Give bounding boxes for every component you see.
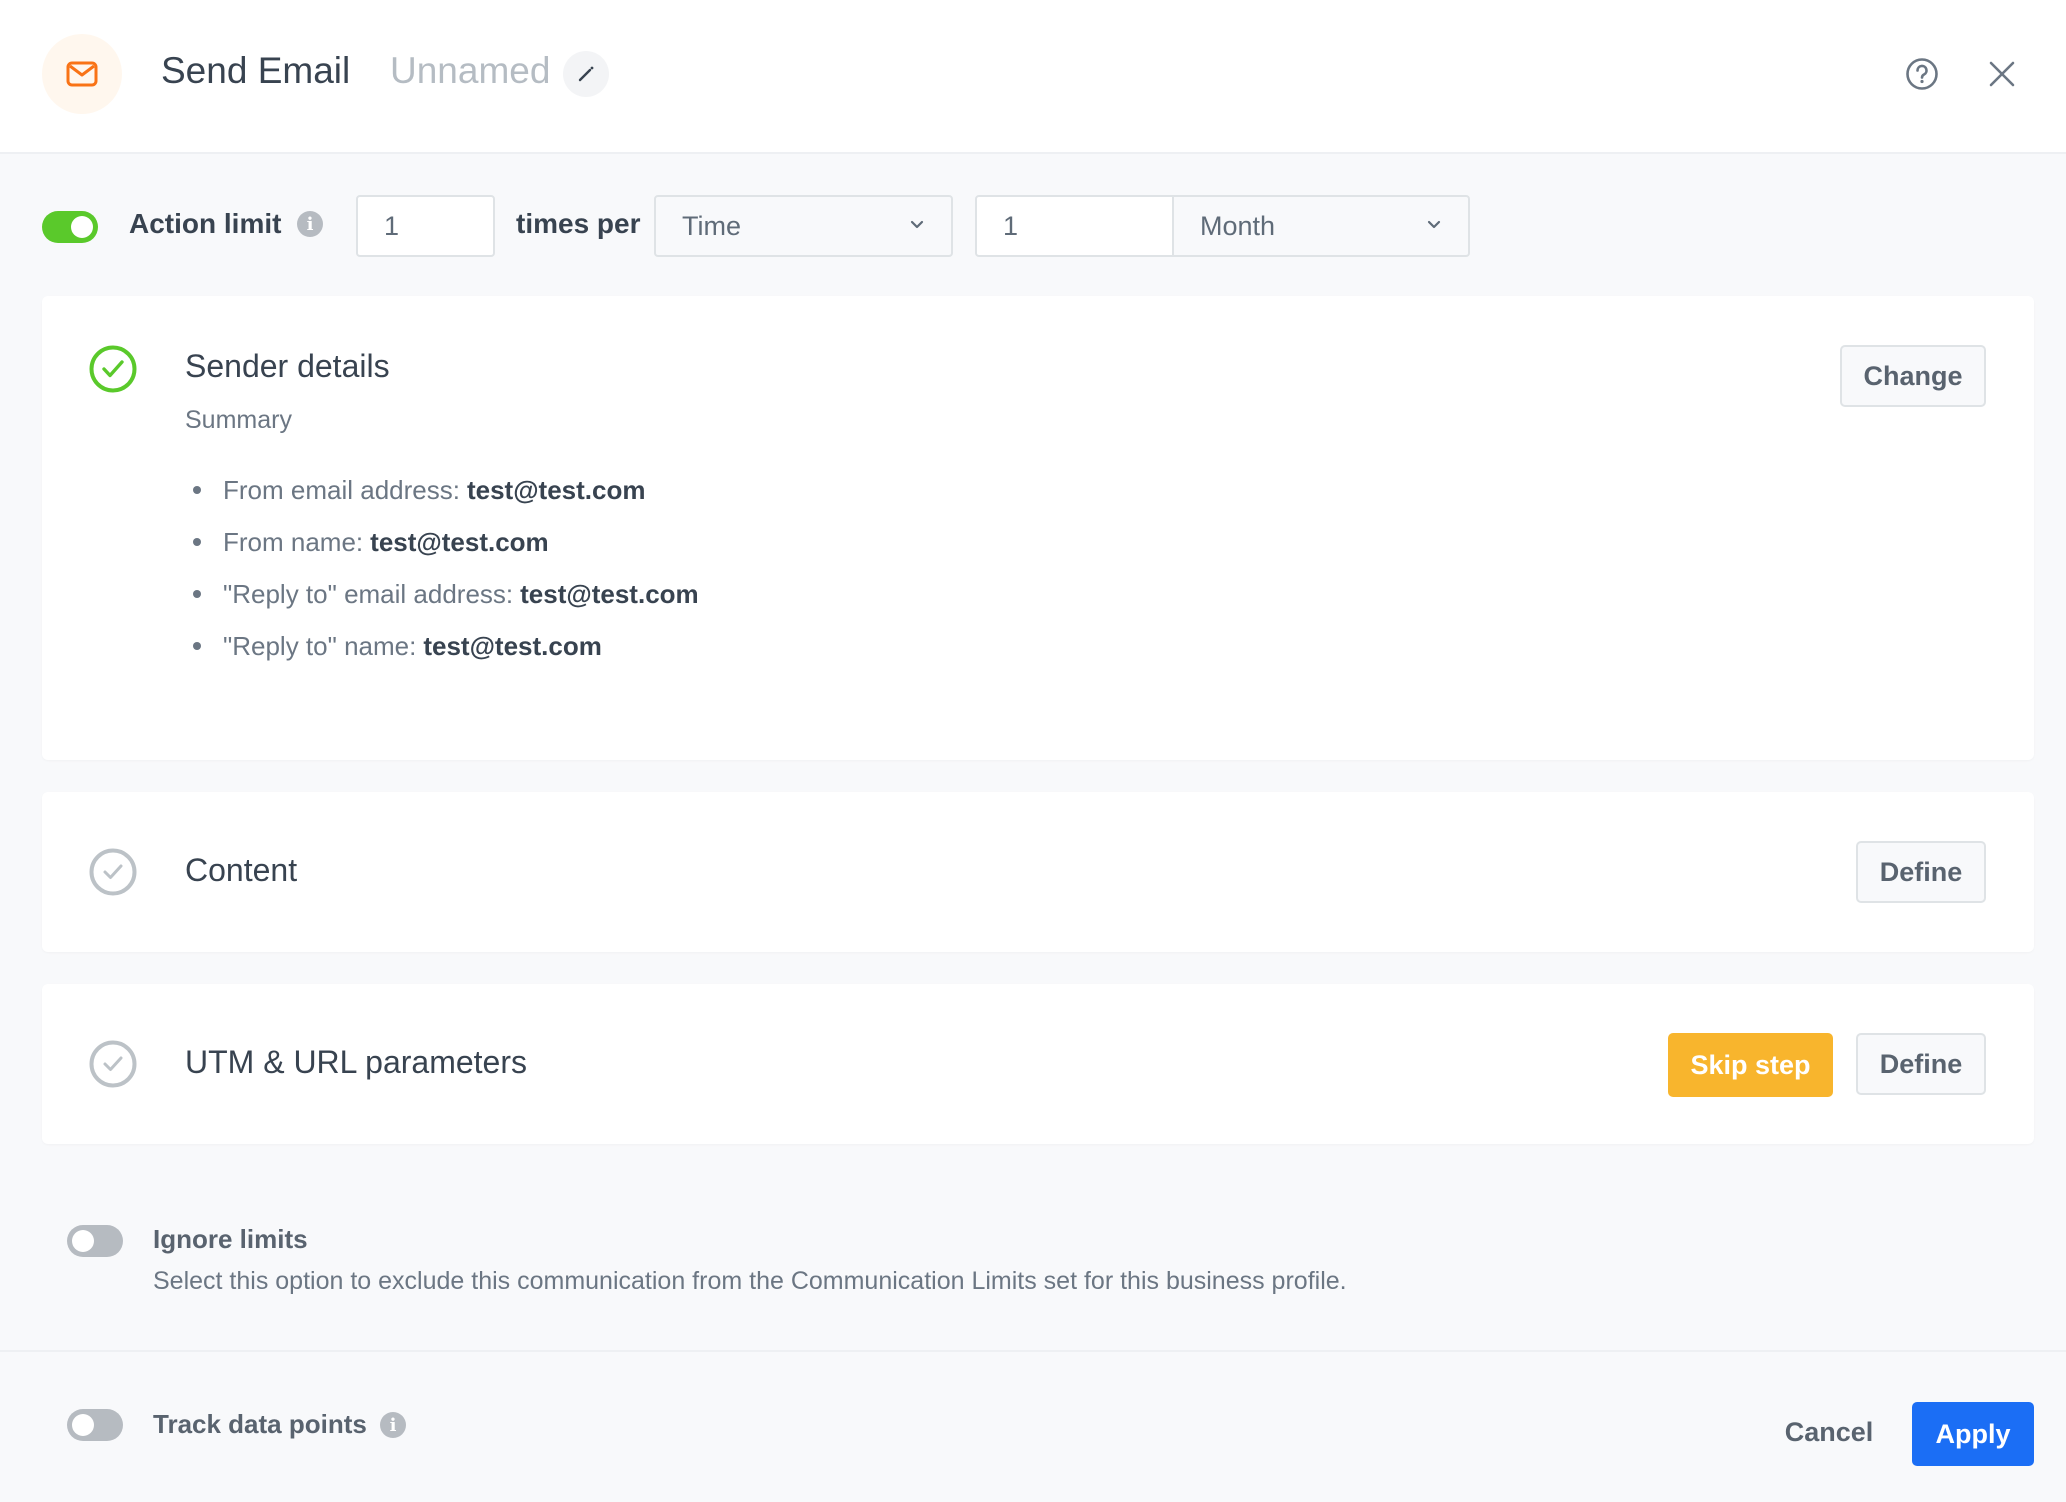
check-circle-pending-icon xyxy=(89,1040,137,1088)
info-icon[interactable]: i xyxy=(297,211,323,237)
sender-details-card: Sender details Summary From email addres… xyxy=(42,296,2034,760)
item-label: "Reply to" name: xyxy=(223,630,417,661)
times-per-label: times per xyxy=(516,208,641,239)
close-button[interactable] xyxy=(1984,56,2020,92)
period-count-input[interactable]: 1 xyxy=(975,195,1174,257)
check-circle-pending-icon xyxy=(89,848,137,896)
period-select[interactable]: Month xyxy=(1172,195,1470,257)
ignore-limits-row: Ignore limits Select this option to excl… xyxy=(0,1210,2066,1320)
ignore-limits-description: Select this option to exclude this commu… xyxy=(153,1267,1347,1295)
list-item: From name: test@test.com xyxy=(185,516,699,568)
define-utm-button[interactable]: Define xyxy=(1856,1033,1986,1095)
section-title: UTM & URL parameters xyxy=(185,1044,527,1080)
ignore-limits-toggle[interactable] xyxy=(67,1225,123,1257)
content-card: Content Define xyxy=(42,792,2034,952)
item-value: test@test.com xyxy=(466,474,646,505)
change-sender-button[interactable]: Change xyxy=(1840,345,1986,407)
item-label: From email address: xyxy=(223,474,460,505)
section-title: Content xyxy=(185,852,298,888)
skip-step-button[interactable]: Skip step xyxy=(1668,1033,1833,1097)
help-button[interactable] xyxy=(1904,56,1940,92)
list-item: "Reply to" email address: test@test.com xyxy=(185,568,699,620)
toggle-knob xyxy=(72,1414,94,1436)
mail-icon xyxy=(42,34,122,114)
bullet xyxy=(193,538,201,546)
bullet xyxy=(193,590,201,598)
list-item: "Reply to" name: test@test.com xyxy=(185,620,699,672)
ignore-limits-label: Ignore limits xyxy=(153,1224,308,1254)
pencil-icon xyxy=(578,66,594,82)
toggle-knob xyxy=(72,1230,94,1252)
help-circle-icon xyxy=(1906,58,1938,90)
action-count-input[interactable]: 1 xyxy=(356,195,495,257)
action-limit-toggle[interactable] xyxy=(42,211,98,243)
apply-button[interactable]: Apply xyxy=(1912,1402,2034,1466)
unit-select-value: Time xyxy=(682,210,741,241)
toggle-knob xyxy=(71,216,93,238)
item-value: test@test.com xyxy=(423,630,602,661)
track-data-points-toggle[interactable] xyxy=(67,1409,123,1441)
close-icon xyxy=(1989,61,2015,87)
item-value: test@test.com xyxy=(370,526,549,557)
chevron-down-icon xyxy=(910,220,924,229)
utm-parameters-card: UTM & URL parameters Skip step Define xyxy=(42,984,2034,1144)
info-icon[interactable]: i xyxy=(380,1412,406,1438)
action-count-value: 1 xyxy=(384,210,400,241)
chevron-down-icon xyxy=(1427,220,1441,229)
bullet xyxy=(193,486,201,494)
sender-summary-list: From email address: test@test.com From na… xyxy=(185,464,699,672)
edit-name-button[interactable] xyxy=(563,51,609,97)
item-label: From name: xyxy=(223,526,364,557)
modal-title: Send Email xyxy=(161,50,351,91)
period-select-value: Month xyxy=(1200,210,1276,241)
cancel-button[interactable]: Cancel xyxy=(1770,1400,1888,1464)
step-name: Unnamed xyxy=(390,50,551,91)
item-value: test@test.com xyxy=(520,578,699,609)
unit-select[interactable]: Time xyxy=(654,195,953,257)
action-limit-row: Action limit i 1 times per Time 1 Month xyxy=(0,190,2066,260)
define-content-button[interactable]: Define xyxy=(1856,841,1986,903)
item-label: "Reply to" email address: xyxy=(223,578,514,609)
check-circle-complete-icon xyxy=(89,345,137,393)
section-title: Sender details xyxy=(185,348,390,384)
bullet xyxy=(193,642,201,650)
action-limit-label: Action limit xyxy=(129,208,282,239)
list-item: From email address: test@test.com xyxy=(185,464,699,516)
summary-label: Summary xyxy=(185,406,292,434)
period-count-value: 1 xyxy=(1003,210,1019,241)
modal-header: Send Email Unnamed xyxy=(0,0,2066,154)
track-data-points-label: Track data points xyxy=(153,1409,367,1439)
modal-footer: Track data points i Cancel Apply xyxy=(0,1350,2066,1502)
